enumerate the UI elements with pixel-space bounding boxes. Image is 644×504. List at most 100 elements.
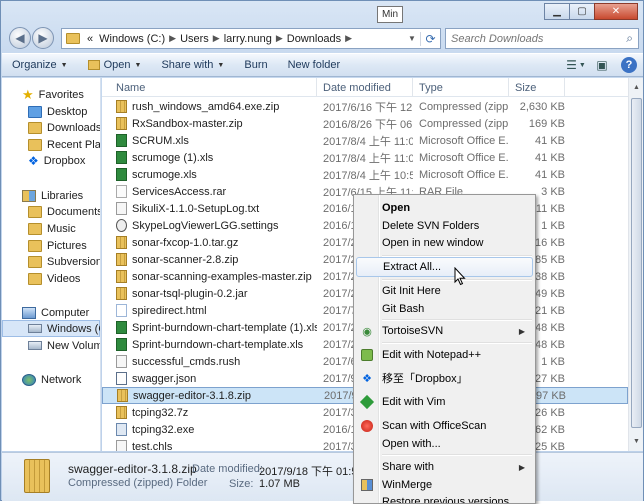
menu-tortoisesvn[interactable]: ◉ TortoiseSVN ▶ — [356, 321, 533, 341]
new-folder-button[interactable]: New folder — [278, 59, 351, 71]
column-name[interactable]: Name — [102, 78, 317, 97]
address-bar[interactable]: « Windows (C:) ▶ Users ▶ larry.nung ▶ Do… — [61, 28, 441, 49]
drive-icon — [28, 324, 42, 333]
menu-restore-previous-versions[interactable]: Restore previous versions — [356, 492, 533, 503]
breadcrumb-user[interactable]: larry.nung — [221, 33, 275, 45]
help-icon[interactable]: ? — [621, 57, 637, 73]
file-date: 2017/8/4 上午 11:02 — [323, 152, 413, 165]
burn-button[interactable]: Burn — [234, 59, 277, 71]
file-row[interactable]: scrumoge (1).xls 2017/8/4 上午 11:02 Microso… — [102, 149, 628, 166]
column-date-modified[interactable]: Date modified — [317, 78, 413, 97]
open-button[interactable]: Open ▼ — [78, 59, 152, 71]
file-size: 41 KB — [535, 168, 565, 181]
nav-recent-places[interactable]: Recent Plac — [2, 136, 100, 153]
libraries-icon — [22, 189, 36, 202]
nav-music[interactable]: Music — [2, 220, 100, 237]
file-date: 2017/8/4 上午 11:02 — [323, 135, 413, 148]
pictures-icon — [28, 239, 42, 252]
network-icon — [22, 373, 36, 386]
minimize-button[interactable]: ▁ — [544, 3, 570, 20]
view-options-icon[interactable]: ☰ ▼ — [566, 56, 586, 74]
preview-pane-icon[interactable]: ▣ — [592, 56, 612, 74]
context-menu: Open Delete SVN Folders Open in new wind… — [353, 194, 536, 504]
officescan-icon — [361, 420, 373, 432]
menu-separator — [382, 342, 532, 344]
maximize-button[interactable]: ▢ — [569, 3, 595, 20]
file-row[interactable]: RxSandbox-master.zip 2016/8/26 下午 06:... C… — [102, 115, 628, 132]
menu-move-to-dropbox[interactable]: ❖ 移至「Dropbox」 — [356, 368, 533, 388]
share-with-menu[interactable]: Share with ▼ — [151, 59, 234, 71]
search-icon[interactable]: ⌕ — [626, 31, 633, 46]
file-name: SikuliX-1.1.0-SetupLog.txt — [132, 202, 260, 215]
refresh-icon[interactable]: ⟳ — [420, 31, 440, 46]
menu-open-new-window[interactable]: Open in new window — [356, 233, 533, 253]
nav-new-volume[interactable]: New Volum — [2, 337, 100, 354]
nav-documents[interactable]: Documents — [2, 203, 100, 220]
excel-file-icon — [116, 321, 127, 334]
breadcrumb-overflow[interactable]: « — [84, 33, 96, 45]
search-input[interactable] — [451, 32, 611, 45]
breadcrumb-drive[interactable]: Windows (C:) — [96, 33, 168, 45]
nav-network[interactable]: Network — [2, 371, 100, 388]
music-icon — [28, 222, 42, 235]
breadcrumb-users[interactable]: Users — [177, 33, 212, 45]
submenu-arrow-icon: ▶ — [518, 462, 525, 472]
close-button[interactable]: ✕ — [594, 3, 638, 20]
file-date: 2017/6/16 下午 12:... — [323, 101, 413, 114]
back-button[interactable]: ◀ — [9, 27, 31, 49]
excel-file-icon — [116, 338, 127, 351]
nav-dropbox[interactable]: ❖ Dropbox — [2, 152, 100, 169]
file-row[interactable]: SCRUM.xls 2017/8/4 上午 11:02 Microsoft Offi… — [102, 132, 628, 149]
file-name: sonar-scanning-examples-master.zip — [132, 270, 312, 283]
scrollbar-thumb[interactable] — [631, 98, 642, 428]
drive-icon — [28, 341, 42, 350]
details-size-value: 1.07 MB — [259, 478, 300, 490]
nav-desktop[interactable]: Desktop — [2, 103, 100, 120]
file-name: tcping32.7z — [132, 406, 189, 419]
file-name: scrumoge (1).xls — [132, 151, 214, 164]
breadcrumb-separator-icon[interactable]: ▶ — [168, 33, 177, 44]
file-name: swagger-editor-3.1.8.zip — [133, 389, 252, 402]
excel-file-icon — [116, 168, 127, 181]
nav-libraries[interactable]: Libraries — [2, 187, 100, 204]
column-size[interactable]: Size — [509, 78, 565, 97]
nav-subversion[interactable]: Subversion — [2, 253, 100, 270]
menu-git-bash[interactable]: Git Bash — [356, 299, 533, 319]
vertical-scrollbar[interactable]: ▲ ▼ — [628, 78, 643, 451]
menu-separator — [382, 454, 532, 456]
file-row[interactable]: rush_windows_amd64.exe.zip 2017/6/16 下午 1… — [102, 98, 628, 115]
nav-favorites[interactable]: ★ Favorites — [2, 86, 100, 103]
details-file-type: Compressed (zipped) Folder — [68, 477, 208, 489]
search-box[interactable]: ⌕ — [445, 28, 639, 49]
breadcrumb-separator-icon[interactable]: ▶ — [212, 33, 221, 44]
forward-button[interactable]: ▶ — [32, 27, 54, 49]
nav-windows-c[interactable]: Windows (C — [2, 320, 100, 337]
menu-scan-officescan[interactable]: Scan with OfficeScan — [356, 416, 533, 436]
breadcrumb-separator-icon[interactable]: ▶ — [344, 33, 353, 44]
file-name: Sprint-burndown-chart-template (1).xls — [132, 321, 317, 334]
breadcrumb-separator-icon[interactable]: ▶ — [275, 33, 284, 44]
menu-edit-notepadpp[interactable]: Edit with Notepad++ — [356, 345, 533, 365]
menu-git-init[interactable]: Git Init Here — [356, 281, 533, 301]
menu-open-with[interactable]: Open with... — [356, 434, 533, 454]
address-dropdown-icon[interactable]: ▼ — [404, 34, 420, 43]
menu-share-with[interactable]: Share with ▶ — [356, 457, 533, 477]
nav-pictures[interactable]: Pictures — [2, 237, 100, 254]
menu-edit-vim[interactable]: Edit with Vim — [356, 392, 533, 412]
menu-extract-all[interactable]: Extract All... — [356, 257, 533, 277]
nav-videos[interactable]: Videos — [2, 270, 100, 287]
menu-open[interactable]: Open — [356, 198, 533, 218]
nav-computer[interactable]: Computer — [2, 304, 100, 321]
organize-menu[interactable]: Organize ▼ — [2, 59, 78, 71]
file-row[interactable]: scrumoge.xls 2017/8/4 上午 10:57 Microsoft O… — [102, 166, 628, 183]
dropbox-icon: ❖ — [362, 372, 372, 385]
column-type[interactable]: Type — [413, 78, 509, 97]
rar-file-icon — [116, 185, 127, 198]
file-type: Compressed (zipp... — [419, 100, 509, 113]
breadcrumb-downloads[interactable]: Downloads — [284, 33, 344, 45]
computer-icon — [22, 306, 36, 319]
submenu-arrow-icon: ▶ — [518, 326, 525, 336]
scroll-down-icon[interactable]: ▼ — [630, 434, 643, 449]
scroll-up-icon[interactable]: ▲ — [630, 80, 643, 95]
nav-downloads[interactable]: Downloads — [2, 119, 100, 136]
